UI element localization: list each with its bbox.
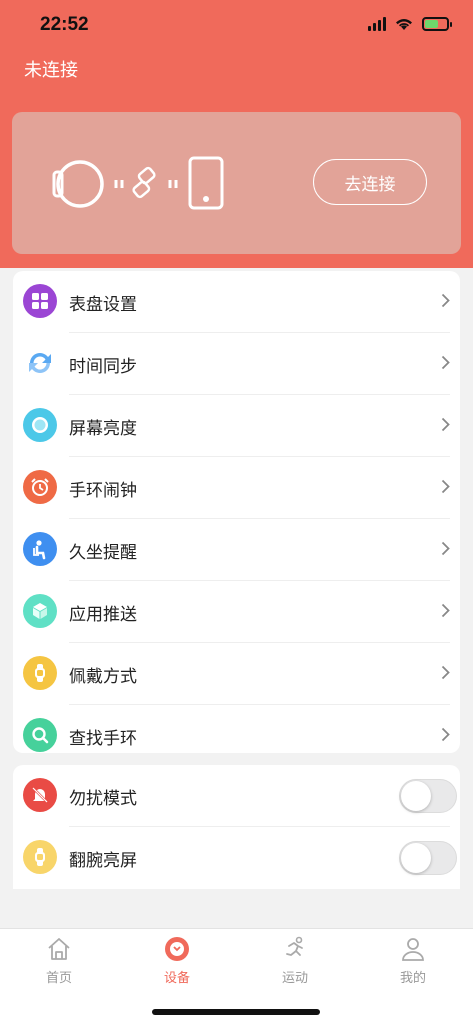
status-bar: 22:52 [0, 0, 473, 50]
tab-home[interactable]: 首页 [19, 935, 99, 986]
do-not-disturb-toggle[interactable] [399, 779, 457, 813]
chevron-right-icon [441, 293, 450, 308]
tab-sport[interactable]: 运动 [255, 935, 335, 986]
wifi-icon [396, 19, 412, 30]
wrist-raise-toggle[interactable] [399, 841, 457, 875]
profile-icon [402, 938, 424, 961]
menu-item-label: 表盘设置 [69, 294, 137, 314]
status-time: 22:52 [40, 14, 89, 35]
sitting-icon [23, 532, 57, 566]
watch-phone-connect-icon [52, 156, 224, 210]
menu-item-label: 屏幕亮度 [69, 418, 137, 438]
signal-icon [368, 16, 386, 31]
menu-item-label: 佩戴方式 [69, 666, 137, 686]
run-icon [286, 936, 303, 956]
tab-device[interactable]: 设备 [137, 935, 217, 986]
chevron-right-icon [441, 603, 450, 618]
menu-item-wearing-mode[interactable]: 佩戴方式 [13, 643, 460, 705]
wrist-icon [23, 840, 57, 874]
header: 22:52 未连接 去连接 [0, 0, 473, 268]
device-icon [165, 937, 189, 961]
device-card: 去连接 [12, 112, 461, 254]
magnifier-icon [23, 718, 57, 752]
home-icon [48, 938, 70, 960]
status-icons [368, 16, 452, 31]
alarm-icon [23, 470, 57, 504]
menu-item-screen-brightness[interactable]: 屏幕亮度 [13, 395, 460, 457]
toggle-row-do-not-disturb: 勿扰模式 [13, 765, 460, 827]
brightness-icon [23, 408, 57, 442]
tab-label: 我的 [399, 970, 426, 985]
menu-item-label: 时间同步 [69, 356, 137, 376]
connect-button[interactable]: 去连接 [313, 159, 427, 205]
toggle-label: 翻腕亮屏 [69, 850, 137, 870]
chevron-right-icon [441, 541, 450, 556]
menu-item-find-band[interactable]: 查找手环 [13, 705, 460, 753]
toggle-knob [401, 781, 431, 811]
tab-label: 首页 [45, 970, 72, 985]
menu-item-dial-settings[interactable]: 表盘设置 [13, 271, 460, 333]
toggle-knob [401, 843, 431, 873]
settings-menu: 表盘设置 时间同步 屏幕亮度 手环闹钟 久坐提醒 应用推送 佩戴方式 查找手环 [13, 271, 460, 753]
tab-label: 运动 [281, 970, 308, 985]
sync-icon [23, 346, 57, 380]
chevron-right-icon [441, 479, 450, 494]
chevron-right-icon [441, 355, 450, 370]
dnd-bell-icon [23, 778, 57, 812]
chevron-right-icon [441, 727, 450, 742]
menu-item-label: 查找手环 [69, 728, 137, 748]
cube-icon [23, 594, 57, 628]
battery-icon [422, 16, 452, 31]
tab-label: 设备 [163, 970, 190, 985]
toggle-row-wrist-raise: 翻腕亮屏 [13, 827, 460, 889]
connection-status: 未连接 [24, 60, 78, 80]
menu-item-label: 应用推送 [69, 604, 137, 624]
menu-item-sedentary-reminder[interactable]: 久坐提醒 [13, 519, 460, 581]
menu-item-app-push[interactable]: 应用推送 [13, 581, 460, 643]
menu-item-band-alarm[interactable]: 手环闹钟 [13, 457, 460, 519]
menu-item-label: 手环闹钟 [69, 480, 137, 500]
menu-item-label: 久坐提醒 [69, 542, 137, 562]
tab-mine[interactable]: 我的 [373, 935, 453, 986]
chevron-right-icon [441, 417, 450, 432]
chevron-right-icon [441, 665, 450, 680]
toggle-label: 勿扰模式 [69, 788, 137, 808]
dial-icon [23, 284, 57, 318]
menu-item-time-sync[interactable]: 时间同步 [13, 333, 460, 395]
watch-icon [23, 656, 57, 690]
toggle-menu: 勿扰模式 翻腕亮屏 [13, 765, 460, 889]
home-indicator[interactable] [152, 1009, 320, 1015]
